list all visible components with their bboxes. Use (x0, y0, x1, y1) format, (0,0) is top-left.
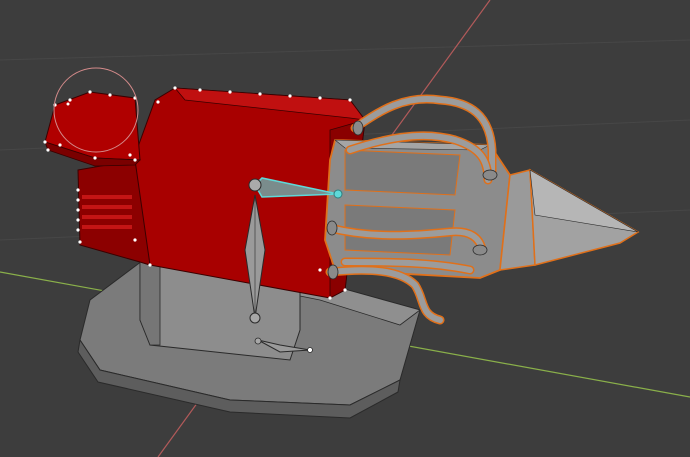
bone-active-tail (333, 189, 343, 199)
bone-active-head (248, 178, 262, 192)
viewport-canvas[interactable] (0, 0, 690, 457)
3d-viewport[interactable] (0, 0, 690, 457)
brush-cursor-center (66, 102, 70, 106)
